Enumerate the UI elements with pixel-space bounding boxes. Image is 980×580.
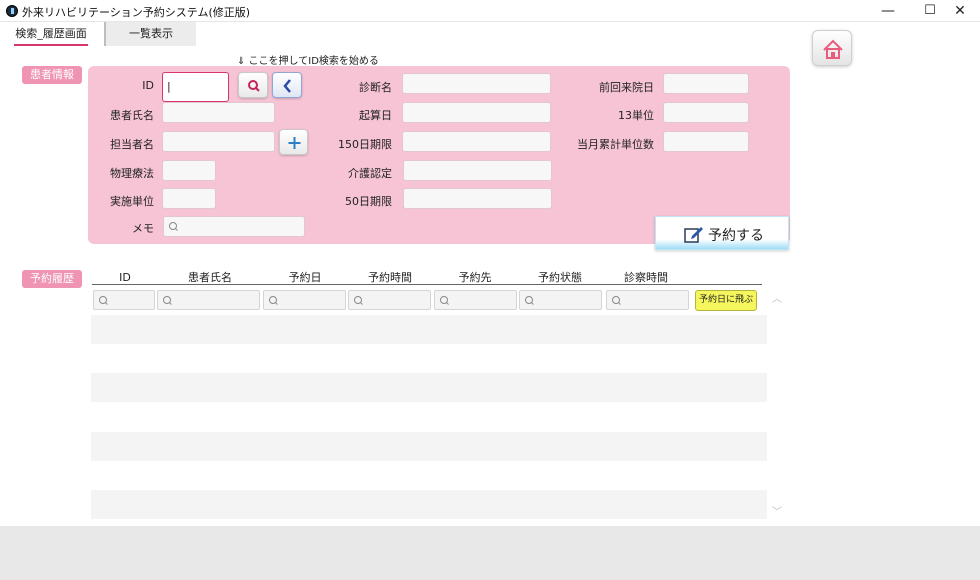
table-row[interactable]	[91, 490, 767, 519]
memo-field[interactable]	[163, 216, 305, 237]
close-button[interactable]: ✕	[940, 0, 980, 22]
tab-list-view[interactable]: 一覧表示	[104, 22, 196, 46]
id-search-hint: ⇓ ここを押してID検索を始める	[237, 56, 379, 67]
col-header-date: 予約日	[288, 271, 322, 284]
scroll-down-button[interactable]: ﹀	[772, 503, 782, 518]
staff-name-field[interactable]	[162, 131, 275, 152]
history-badge: 予約履歴	[22, 270, 82, 288]
table-row[interactable]	[91, 461, 767, 490]
care-certification-field[interactable]	[403, 160, 552, 181]
window-title: 外来リハビリテーション予約システム(修正版)	[22, 6, 251, 19]
label-start-date: 起算日	[359, 109, 392, 122]
filter-exam-time-input[interactable]	[606, 290, 689, 310]
col-header-status: 予約状態	[538, 271, 582, 284]
filter-destination-input[interactable]	[434, 290, 517, 310]
table-row[interactable]	[91, 315, 767, 344]
search-icon	[169, 222, 177, 230]
monthly-total-units-field[interactable]	[663, 131, 749, 152]
minimize-button[interactable]: —	[868, 0, 908, 22]
search-icon	[354, 296, 362, 304]
table-row[interactable]	[91, 402, 767, 431]
scroll-up-button[interactable]: ︿	[772, 290, 782, 305]
edit-icon	[684, 227, 703, 243]
search-icon	[163, 296, 171, 304]
label-150-day-limit: 150日期限	[338, 138, 392, 151]
label-monthly-total-units: 当月累計単位数	[577, 138, 654, 151]
label-care-certification: 介護認定	[348, 167, 392, 180]
search-icon	[269, 296, 277, 304]
col-header-id: ID	[119, 271, 131, 284]
footer-bar	[0, 526, 980, 580]
search-icon	[440, 296, 448, 304]
title-bar: 外来リハビリテーション予約システム(修正版) — ☐ ✕	[0, 0, 980, 22]
filter-status-input[interactable]	[519, 290, 602, 310]
plus-icon	[288, 137, 301, 149]
add-staff-button[interactable]	[279, 129, 308, 155]
filter-time-input[interactable]	[348, 290, 431, 310]
app-icon	[6, 5, 18, 17]
chevron-left-icon	[283, 79, 291, 93]
jump-to-date-button[interactable]: 予約日に飛ぶ	[695, 290, 757, 311]
back-button[interactable]	[272, 72, 302, 98]
last-visit-field[interactable]	[663, 73, 749, 94]
filter-date-input[interactable]	[263, 290, 346, 310]
col-header-time: 予約時間	[368, 271, 412, 284]
label-units: 実施単位	[110, 195, 154, 208]
reserve-label: 予約する	[708, 228, 764, 244]
label-staff-name: 担当者名	[110, 138, 154, 151]
50-day-limit-field[interactable]	[403, 188, 552, 209]
col-header-patient-name: 患者氏名	[188, 271, 232, 284]
patient-name-field[interactable]	[162, 102, 275, 123]
filter-patient-name-input[interactable]	[157, 290, 260, 310]
search-icon	[612, 296, 620, 304]
header-divider	[92, 284, 762, 285]
search-icon	[248, 80, 260, 92]
label-last-visit: 前回来院日	[599, 81, 654, 94]
150-day-limit-field[interactable]	[402, 131, 551, 152]
tab-search-history[interactable]: 検索_履歴画面	[14, 22, 88, 46]
home-button[interactable]	[812, 30, 852, 66]
patient-info-badge: 患者情報	[22, 66, 82, 84]
col-header-destination: 予約先	[458, 271, 492, 284]
label-13-units: 13単位	[618, 109, 654, 122]
reserve-button[interactable]: 予約する	[655, 216, 789, 250]
13-units-field[interactable]	[663, 102, 749, 123]
home-icon	[823, 39, 843, 59]
label-diagnosis: 診断名	[359, 81, 392, 94]
table-row[interactable]	[91, 373, 767, 402]
search-button[interactable]	[238, 72, 268, 98]
physical-therapy-field[interactable]	[162, 160, 216, 181]
col-header-exam-time: 診察時間	[624, 271, 668, 284]
label-memo: メモ	[132, 222, 154, 235]
units-field[interactable]	[162, 188, 216, 209]
label-patient-name: 患者氏名	[110, 109, 154, 122]
table-row[interactable]	[91, 432, 767, 461]
label-physical-therapy: 物理療法	[110, 167, 154, 180]
id-input[interactable]: |	[162, 72, 229, 102]
label-50-day-limit: 50日期限	[345, 195, 392, 208]
label-id: ID	[142, 79, 154, 92]
diagnosis-field[interactable]	[402, 73, 551, 94]
search-icon	[99, 296, 107, 304]
search-icon	[525, 296, 533, 304]
filter-id-input[interactable]	[93, 290, 155, 310]
table-row[interactable]	[91, 344, 767, 373]
start-date-field[interactable]	[402, 102, 551, 123]
